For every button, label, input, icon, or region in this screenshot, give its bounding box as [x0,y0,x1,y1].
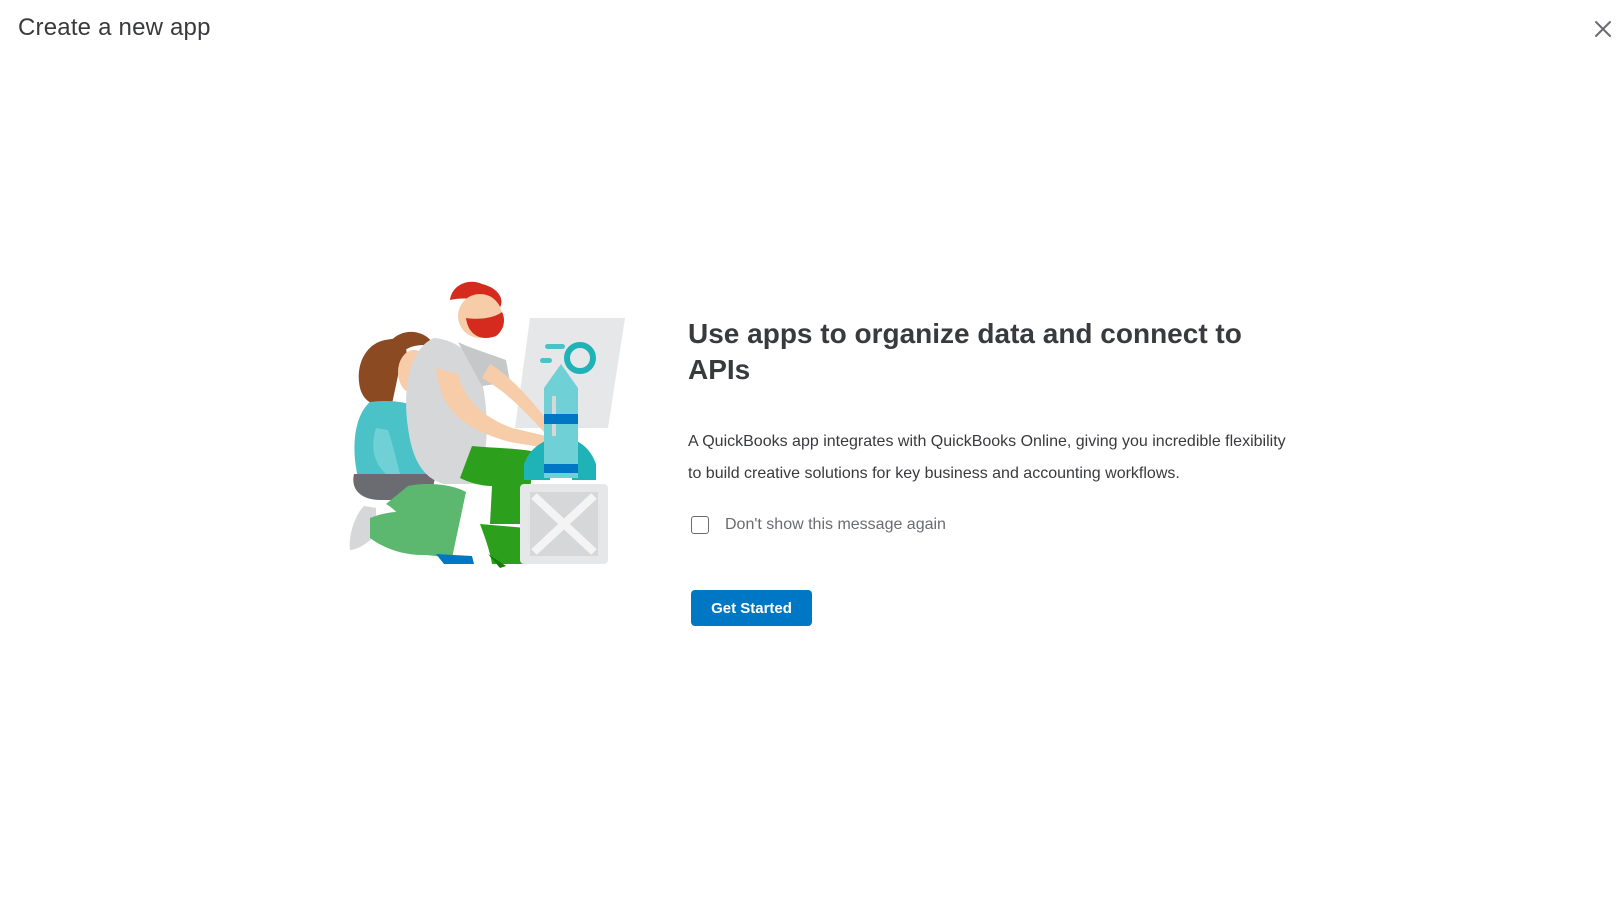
headline: Use apps to organize data and connect to… [688,318,1242,385]
dont-show-again-checkbox[interactable] [691,516,709,534]
team-building-rocket-illustration [340,278,630,598]
close-button[interactable] [1588,14,1618,44]
create-app-dialog: Create a new app Use apps to organize da… [0,0,1624,919]
description: A QuickBooks app integrates with QuickBo… [688,433,1286,482]
close-icon [1595,21,1611,37]
get-started-button[interactable]: Get Started [691,590,812,626]
dont-show-again-label[interactable]: Don't show this message again [725,516,946,534]
intro-content: Use apps to organize data and connect to… [688,316,1288,626]
dialog-title: Create a new app [18,14,211,41]
dont-show-again-option[interactable]: Don't show this message again [688,516,1288,534]
